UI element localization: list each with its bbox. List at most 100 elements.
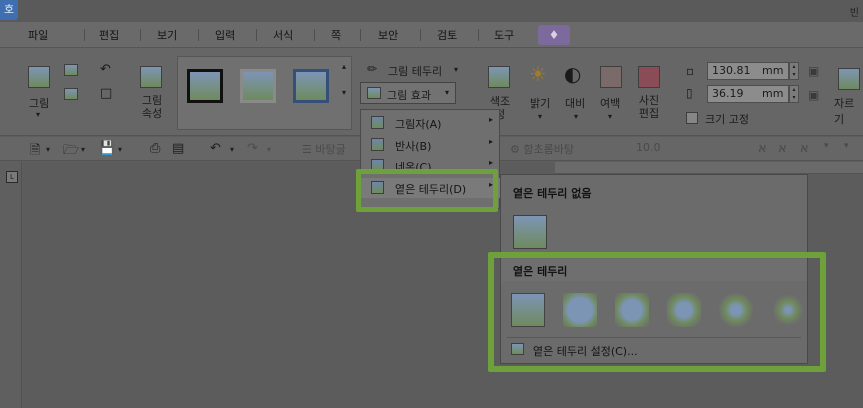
menu-item-label: 반사(B) xyxy=(395,140,432,153)
menu-divider xyxy=(420,29,421,41)
menu-divider xyxy=(198,29,199,41)
picture-label[interactable]: 그림 xyxy=(29,95,49,111)
chevron-down-icon[interactable]: ▾ xyxy=(267,145,271,154)
select-area-icon[interactable]: □ xyxy=(100,86,112,101)
chevron-down-icon[interactable]: ▾ xyxy=(608,112,612,121)
menu-file[interactable]: 파일 xyxy=(28,27,48,43)
pen-icon: ✏ xyxy=(367,62,378,76)
tone-icon[interactable] xyxy=(488,66,510,88)
height-icon: ▯ xyxy=(686,86,693,100)
style-thumb-white-border[interactable] xyxy=(240,69,276,103)
margin-label[interactable]: 여백 xyxy=(600,95,620,111)
chevron-down-icon[interactable]: ▾ xyxy=(46,145,50,154)
chevron-down-icon[interactable]: ▾ xyxy=(538,112,542,121)
menu-security[interactable]: 보안 xyxy=(378,27,398,43)
chevron-right-icon: ▸ xyxy=(488,115,493,124)
contrast-label[interactable]: 대비 xyxy=(565,95,585,111)
gallery-up-icon[interactable]: ▴ xyxy=(342,62,346,71)
font-size-input[interactable]: 10.0 xyxy=(636,141,661,154)
font-shrink-icon[interactable]: א xyxy=(778,141,787,156)
brightness-label[interactable]: 밝기 xyxy=(530,95,550,111)
style-thumb-blue-border[interactable] xyxy=(293,69,329,103)
shadow-icon xyxy=(371,116,384,129)
margin-icon[interactable] xyxy=(600,66,622,88)
menu-divider xyxy=(314,29,315,41)
height-value: 36.19 xyxy=(712,87,744,100)
vertical-ruler xyxy=(0,162,22,408)
new-document-icon[interactable]: 🗎 xyxy=(30,141,40,163)
chevron-down-icon[interactable]: ▾ xyxy=(81,145,85,154)
crop-label[interactable]: 자르기 xyxy=(834,95,863,127)
menu-divider xyxy=(478,29,479,41)
picture-style-gallery xyxy=(177,56,352,130)
font-grow-icon[interactable]: א xyxy=(758,141,767,156)
original-size-icon[interactable]: ▣ xyxy=(808,88,819,102)
title-bar: 호 빈 xyxy=(0,0,863,22)
contrast-icon[interactable]: ◐ xyxy=(564,62,581,86)
print-icon[interactable]: ⎙ xyxy=(150,141,160,156)
picture-props-label[interactable]: 그림 속성 xyxy=(140,94,164,120)
chevron-right-icon: ▸ xyxy=(488,137,493,146)
fixed-size-label: 크기 고정 xyxy=(705,113,749,126)
insert-picture-icon[interactable] xyxy=(64,64,78,76)
chevron-down-icon[interactable]: ▾ xyxy=(574,112,578,121)
menu-divider xyxy=(360,29,361,41)
menu-page[interactable]: 쪽 xyxy=(331,27,341,43)
menu-item-shadow[interactable]: 그림자(A) ▸ xyxy=(361,113,501,133)
reflection-icon xyxy=(371,138,384,151)
chevron-down-icon[interactable]: ▾ xyxy=(824,141,829,151)
photo-edit-label[interactable]: 사진 편집 xyxy=(637,94,661,120)
font-spacing-icon[interactable]: א xyxy=(800,141,809,156)
menu-insert[interactable]: 입력 xyxy=(215,27,235,43)
effect-button[interactable]: 그림 효과 ▾ xyxy=(360,82,456,104)
chevron-down-icon[interactable]: ▾ xyxy=(454,65,458,74)
width-stepper[interactable]: ▴ ▾ xyxy=(789,62,799,80)
menu-view[interactable]: 보기 xyxy=(157,27,177,43)
width-icon: ▫ xyxy=(686,64,695,78)
menu-edit[interactable]: 편집 xyxy=(99,27,119,43)
highlight-soft-edge-menu-item xyxy=(356,169,498,212)
undo-icon[interactable]: ↶ xyxy=(210,141,221,156)
picture-props-icon[interactable] xyxy=(140,66,162,88)
gallery-down-icon[interactable]: ▾ xyxy=(342,88,346,97)
chevron-down-icon[interactable]: ▾ xyxy=(844,141,849,151)
crop-icon[interactable] xyxy=(838,68,860,90)
menu-format[interactable]: 서식 xyxy=(273,27,293,43)
width-value: 130.81 xyxy=(712,64,751,77)
replace-picture-icon[interactable] xyxy=(64,88,78,100)
chevron-down-icon: ▾ xyxy=(445,88,450,97)
font-select[interactable]: ⚙ 함초롬바탕 xyxy=(510,141,574,157)
app-logo-icon: 호 xyxy=(0,0,18,20)
redo-icon[interactable]: ↷ xyxy=(247,141,258,156)
plugin-icon[interactable]: ♦ xyxy=(538,25,570,45)
menu-tools[interactable]: 도구 xyxy=(494,27,514,43)
photo-edit-icon[interactable] xyxy=(638,66,660,88)
tab-stop-icon[interactable]: L xyxy=(6,171,18,183)
chevron-down-icon[interactable]: ▾ xyxy=(36,110,40,119)
open-folder-icon[interactable]: 🗁 xyxy=(63,141,79,163)
no-soft-edge-option[interactable] xyxy=(513,215,547,249)
fixed-size-checkbox[interactable] xyxy=(686,112,698,124)
menu-item-reflection[interactable]: 반사(B) ▸ xyxy=(361,135,501,155)
horizontal-ruler xyxy=(555,162,863,174)
border-label[interactable]: 그림 테두리 xyxy=(388,63,442,79)
style-select[interactable]: ☰ 바탕글 xyxy=(302,141,346,157)
style-thumb-black-border[interactable] xyxy=(187,69,223,103)
menu-bar: 파일 편집 보기 입력 서식 쪽 보안 검토 도구 ♦ xyxy=(0,22,863,48)
chevron-down-icon[interactable]: ▾ xyxy=(230,145,234,154)
highlight-soft-edge-options xyxy=(488,252,826,372)
picture-icon[interactable] xyxy=(28,66,50,88)
style-name: 바탕글 xyxy=(315,143,346,156)
lock-ratio-icon[interactable]: ▣ xyxy=(808,64,819,78)
effect-icon xyxy=(367,87,381,99)
height-stepper[interactable]: ▴ ▾ xyxy=(789,85,799,103)
menu-divider xyxy=(256,29,257,41)
menu-review[interactable]: 검토 xyxy=(437,27,457,43)
preview-icon[interactable]: ▤ xyxy=(172,141,184,156)
brightness-icon[interactable]: ☀ xyxy=(529,62,547,86)
window-title: 빈 xyxy=(849,8,859,19)
undo-picture-icon[interactable]: ↶ xyxy=(100,62,111,77)
chevron-down-icon[interactable]: ▾ xyxy=(118,145,122,154)
save-icon[interactable]: 💾 xyxy=(99,141,115,156)
menu-divider xyxy=(140,29,141,41)
